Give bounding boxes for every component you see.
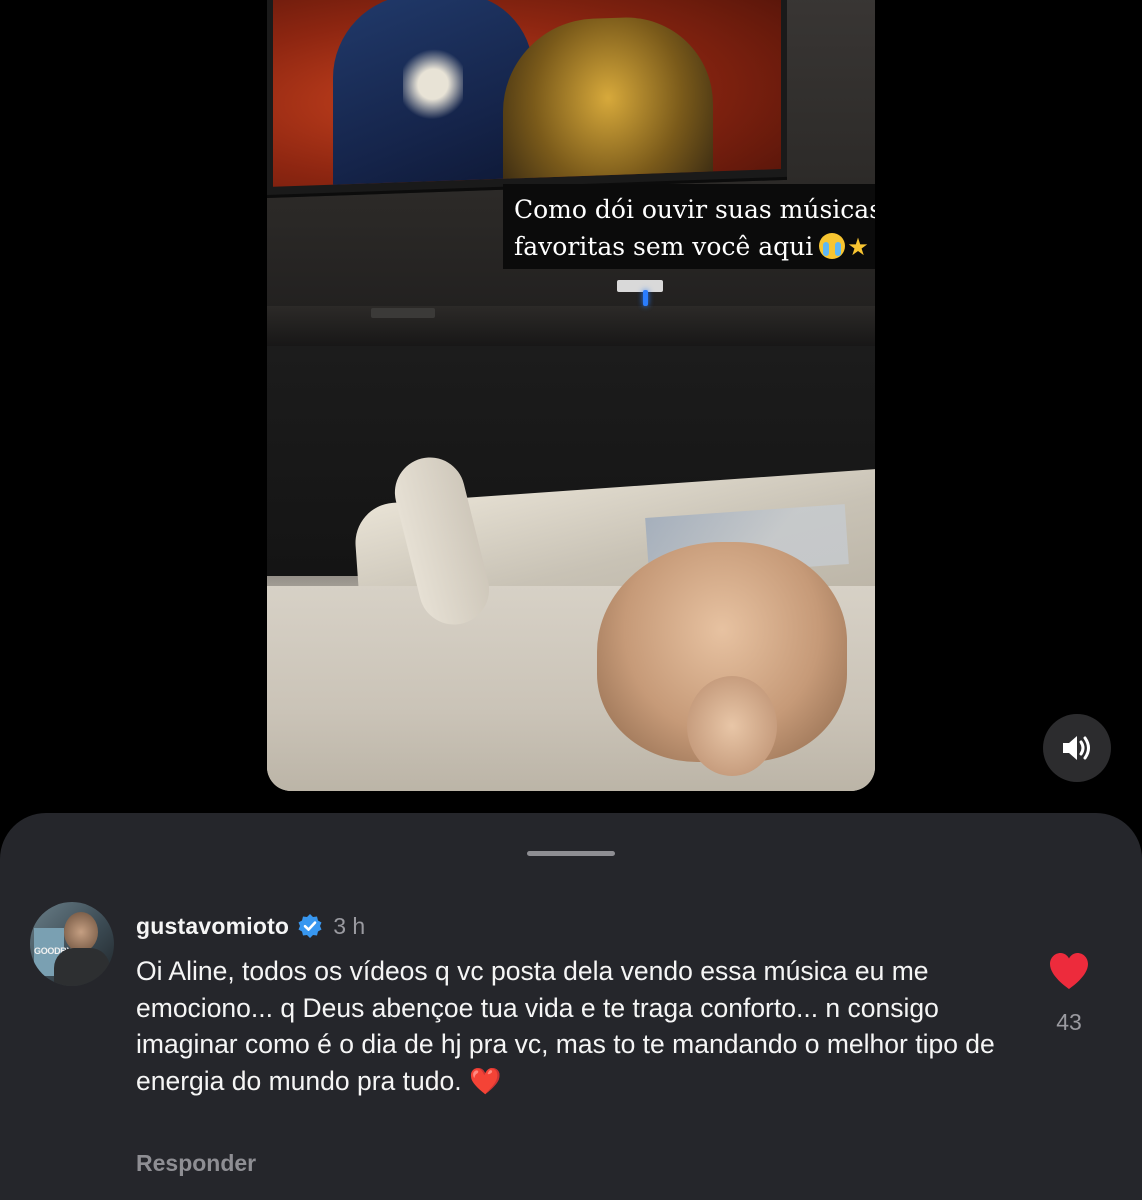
comment-text: Oi Aline, todos os vídeos q vc posta del… <box>136 953 1016 1100</box>
caption-line-2: favoritas sem você aqui ★ <box>514 228 869 266</box>
verified-badge-icon <box>298 914 322 938</box>
caption-line-1: Como dói ouvir suas músicas <box>514 195 875 224</box>
shelf-device <box>617 280 663 292</box>
comments-sheet: GOODBY gustavomioto 3 h Oi Aline, todos … <box>0 813 1142 1200</box>
story-caption-sticker: Como dói ouvir suas músicas favoritas se… <box>503 184 875 269</box>
sheet-grabber-handle[interactable] <box>527 851 615 856</box>
comment-username[interactable]: gustavomioto <box>136 913 289 940</box>
tv-shelf <box>267 306 875 346</box>
crying-face-icon <box>819 233 846 259</box>
tv-in-video <box>267 0 787 198</box>
story-video[interactable] <box>267 0 875 791</box>
shelf-device <box>371 308 435 318</box>
avatar[interactable]: GOODBY <box>30 902 114 986</box>
comment: gustavomioto 3 h Oi Aline, todos os víde… <box>136 911 1016 1100</box>
speaker-on-icon <box>1063 736 1090 760</box>
avatar-body <box>54 948 110 986</box>
star-icon: ★ <box>847 233 869 261</box>
comment-body: Oi Aline, todos os vídeos q vc posta del… <box>136 956 995 1096</box>
heart-icon[interactable] <box>1047 951 1091 991</box>
red-heart-icon: ❤️ <box>468 1066 502 1097</box>
tv-performer-right <box>503 14 713 187</box>
sound-toggle-button[interactable] <box>1043 714 1111 782</box>
caption-line-2-text: favoritas sem você aqui <box>514 232 814 261</box>
child-ear <box>687 676 777 776</box>
comment-timestamp: 3 h <box>333 912 366 939</box>
tv-screen <box>273 0 781 187</box>
comment-header: gustavomioto 3 h <box>136 911 1016 941</box>
avatar-head <box>64 912 98 952</box>
like-count: 43 <box>1056 1009 1082 1035</box>
reply-button[interactable]: Responder <box>136 1150 256 1177</box>
like-block: 43 <box>1044 951 1094 1036</box>
shelf-led <box>643 290 648 306</box>
